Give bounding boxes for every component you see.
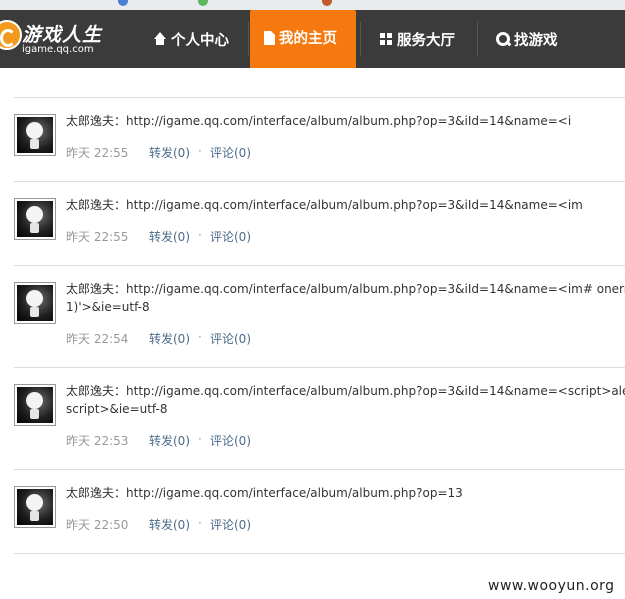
grid-icon — [379, 32, 393, 46]
nav-label: 服务大厅 — [397, 32, 455, 49]
post-time: 昨天 22:54 — [66, 332, 129, 346]
post-text: 太郎逸夫：http://igame.qq.com/interface/album… — [66, 382, 625, 400]
repost-link[interactable]: 转发(0) — [149, 516, 190, 533]
post-content-line: http://igame.qq.com/interface/album/albu… — [126, 384, 625, 398]
repost-link[interactable]: 转发(0) — [149, 144, 190, 161]
nav-label: 我的主页 — [279, 31, 337, 47]
post-time: 昨天 22:50 — [66, 518, 129, 532]
post-content-line: http://igame.qq.com/interface/album/albu… — [126, 198, 583, 212]
avatar[interactable] — [14, 282, 56, 324]
watermark: www.wooyun.org — [488, 578, 615, 594]
post-author[interactable]: 太郎逸夫： — [66, 198, 126, 212]
nav-personal-center[interactable]: 个人中心 — [153, 10, 229, 68]
avatar[interactable] — [14, 114, 56, 156]
post-author[interactable]: 太郎逸夫： — [66, 114, 126, 128]
feed-divider — [14, 181, 625, 182]
post-content-line: 1)'>&ie=utf-8 — [66, 300, 150, 314]
avatar-image — [17, 387, 53, 423]
meta-separator: · — [198, 330, 202, 344]
nav-find-games[interactable]: 找游戏 — [496, 10, 558, 68]
logo-icon — [0, 20, 22, 50]
feed-divider — [14, 469, 625, 470]
post-content-line: http://igame.qq.com/interface/album/albu… — [126, 486, 463, 500]
feed-divider — [14, 265, 625, 266]
post-content-line: script>&ie=utf-8 — [66, 402, 168, 416]
post-time: 昨天 22:55 — [66, 146, 129, 160]
comment-link[interactable]: 评论(0) — [210, 228, 251, 245]
meta-separator: · — [198, 516, 202, 530]
post-time: 昨天 22:55 — [66, 230, 129, 244]
logo-text: 游戏人生 — [22, 24, 103, 46]
post-meta: 昨天 22:54 转发(0) · 评论(0) — [66, 330, 251, 347]
post-author[interactable]: 太郎逸夫： — [66, 282, 126, 296]
nav-divider — [477, 22, 478, 56]
logo-subtitle: igame.qq.com — [22, 44, 94, 55]
top-navigation-bar: 游戏人生 igame.qq.com 个人中心 我的主页 服务大厅 找游戏 — [0, 0, 625, 68]
repost-link[interactable]: 转发(0) — [149, 432, 190, 449]
post-author[interactable]: 太郎逸夫： — [66, 486, 126, 500]
repost-link[interactable]: 转发(0) — [149, 228, 190, 245]
feed-divider — [14, 97, 625, 98]
nav-label: 找游戏 — [514, 32, 558, 49]
nav-my-homepage[interactable]: 我的主页 — [250, 10, 356, 68]
comment-link[interactable]: 评论(0) — [210, 516, 251, 533]
comment-link[interactable]: 评论(0) — [210, 330, 251, 347]
comment-link[interactable]: 评论(0) — [210, 144, 251, 161]
avatar-image — [17, 285, 53, 321]
nav-label: 个人中心 — [171, 32, 229, 49]
post-text: 太郎逸夫：http://igame.qq.com/interface/album… — [66, 484, 625, 502]
avatar[interactable] — [14, 486, 56, 528]
feed-divider — [14, 553, 625, 554]
repost-link[interactable]: 转发(0) — [149, 330, 190, 347]
avatar-image — [17, 489, 53, 525]
meta-separator: · — [198, 228, 202, 242]
post-text: 太郎逸夫：http://igame.qq.com/interface/album… — [66, 280, 625, 298]
post-meta: 昨天 22:55 转发(0) · 评论(0) — [66, 144, 251, 161]
nav-divider — [360, 22, 361, 56]
nav-divider — [248, 22, 249, 56]
avatar[interactable] — [14, 198, 56, 240]
post-meta: 昨天 22:50 转发(0) · 评论(0) — [66, 516, 251, 533]
meta-separator: · — [198, 432, 202, 446]
avatar-image — [17, 117, 53, 153]
post-time: 昨天 22:53 — [66, 434, 129, 448]
post-content-line: http://igame.qq.com/interface/album/albu… — [126, 282, 625, 296]
post-meta: 昨天 22:55 转发(0) · 评论(0) — [66, 228, 251, 245]
page-icon — [264, 30, 275, 45]
feed-divider — [14, 367, 625, 368]
search-icon — [496, 32, 510, 46]
home-icon — [153, 32, 167, 46]
post-text-continued: script>&ie=utf-8 — [66, 400, 625, 418]
site-logo[interactable]: 游戏人生 igame.qq.com — [0, 10, 103, 68]
avatar-image — [17, 201, 53, 237]
meta-separator: · — [198, 144, 202, 158]
browser-strip — [0, 0, 625, 10]
post-text: 太郎逸夫：http://igame.qq.com/interface/album… — [66, 112, 625, 130]
avatar[interactable] — [14, 384, 56, 426]
post-text: 太郎逸夫：http://igame.qq.com/interface/album… — [66, 196, 625, 214]
post-meta: 昨天 22:53 转发(0) · 评论(0) — [66, 432, 251, 449]
comment-link[interactable]: 评论(0) — [210, 432, 251, 449]
post-content-line: http://igame.qq.com/interface/album/albu… — [126, 114, 572, 128]
post-text-continued: 1)'>&ie=utf-8 — [66, 298, 625, 316]
nav-service-hall[interactable]: 服务大厅 — [379, 10, 455, 68]
post-author[interactable]: 太郎逸夫： — [66, 384, 126, 398]
